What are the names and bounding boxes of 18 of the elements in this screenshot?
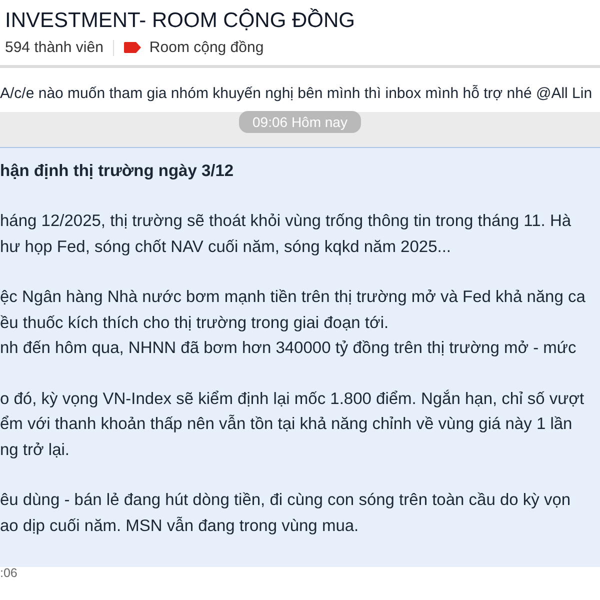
tag-icon (124, 42, 142, 53)
message-line: ều thuốc kích thích cho thị trường trong giai đoạn tới. (0, 312, 389, 334)
message-line: háng 12/2025, thị trường sẽ thoát khỏi vùng trống thông tin trong tháng 11. Hà (0, 211, 572, 232)
message-line: êu dùng - bán lẻ đang hút dòng tiền, đi cùng con sóng trên toàn cầu do kỳ vọn (0, 490, 571, 511)
member-count: 594 thành viên (5, 39, 104, 56)
pinned-message[interactable]: A/c/e nào muốn tham gia nhóm khuyến nghị bên mình thì inbox mình hỗ trợ nhé @All Lin (0, 84, 592, 102)
message-heading: hận định thị trường ngày 3/12 (0, 162, 234, 181)
message-line: ểm với thanh khoản thấp nên vẫn tồn tại khả năng chỉnh về vùng giá này 1 lần (0, 414, 572, 435)
message-time: :06 (0, 566, 18, 580)
message-line: ng trở lại. (0, 440, 70, 460)
time-divider: 09:06 Hôm nay (238, 111, 362, 133)
message-line: ao dịp cuối năm. MSN vẫn đang trong vùng mua. (0, 516, 359, 536)
message-line: ệc Ngân hàng Nhà nước bơm mạnh tiền trên thị trường mở và Fed khả năng ca (0, 287, 586, 308)
group-title: INVESTMENT- ROOM CỘNG ĐỒNG (5, 9, 356, 33)
message-line: o đó, kỳ vọng VN-Index sẽ kiểm định lại mốc 1.800 điểm. Ngắn hạn, chỉ số vượt (0, 388, 584, 410)
message-line: nh đến hôm qua, NHNN đã bơm hơn 340000 tỷ đồng trên thị trường mở - mức (0, 338, 576, 359)
group-tag: Room cộng đồng (149, 39, 264, 56)
message-line: hư họp Fed, sóng chốt NAV cuối năm, sóng kqkd năm 2025... (0, 236, 452, 258)
